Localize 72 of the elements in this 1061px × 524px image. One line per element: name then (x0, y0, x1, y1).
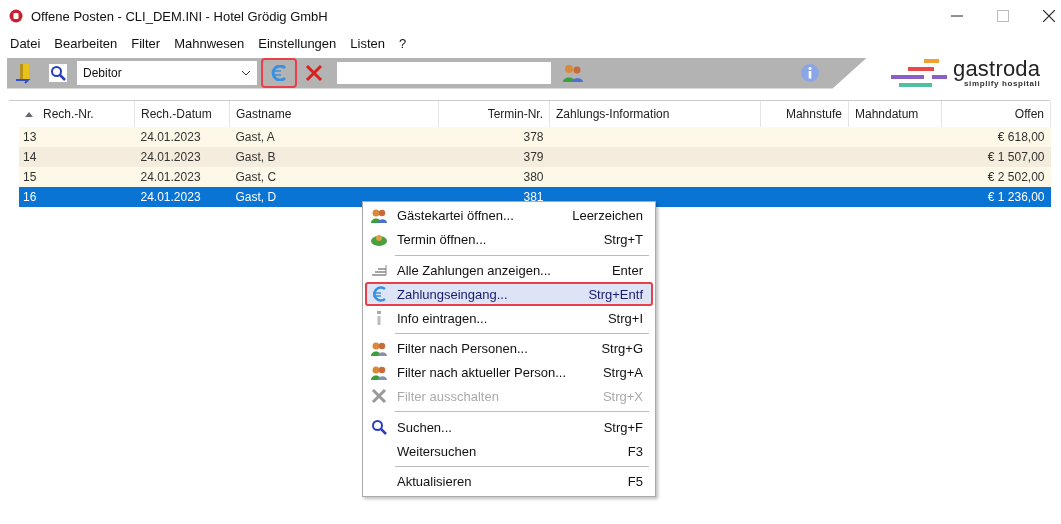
table-row[interactable]: 16 24.01.2023 Gast, D 381 € 1 236,00 (19, 187, 1051, 207)
context-menu-item[interactable]: Info eintragen... Strg+I (365, 306, 653, 330)
logo-tagline: simplify hospitali (964, 80, 1041, 88)
context-menu-item[interactable]: Zahlungseingang... Strg+Entf (365, 282, 653, 307)
people-icon[interactable] (562, 63, 584, 83)
menu-item[interactable]: Einstellungen (257, 35, 338, 51)
table-cell: Gast, A (229, 127, 439, 147)
table-cell: 24.01.2023 (134, 127, 230, 147)
column-header[interactable]: Rech.-Nr. (19, 101, 135, 127)
table-cell: Gast, B (229, 147, 439, 167)
table-cell: € 1 507,00 (941, 147, 1051, 167)
close-icon[interactable] (1043, 10, 1055, 22)
menu-item[interactable]: Datei (9, 35, 42, 51)
table-cell: € 2 502,00 (941, 167, 1051, 187)
column-header[interactable]: Termin-Nr. (438, 101, 550, 127)
column-header[interactable]: Offen (941, 101, 1051, 127)
table-cell: Gast, D (229, 187, 439, 207)
info-icon[interactable] (800, 63, 820, 83)
cross-icon (371, 388, 387, 405)
table-cell: 24.01.2023 (134, 147, 230, 167)
menu-item[interactable]: Mahnwesen (173, 35, 246, 51)
euro-icon (371, 286, 387, 303)
table-cell: 14 (19, 147, 135, 167)
search-field[interactable] (337, 62, 551, 84)
table-row[interactable]: 13 24.01.2023 Gast, A 378 € 618,00 (19, 127, 1051, 147)
context-menu-item[interactable]: Filter nach aktueller Person... Strg+A (365, 360, 653, 385)
table-cell: 13 (19, 127, 135, 147)
stack-icon (371, 262, 387, 279)
maximize-icon[interactable] (997, 10, 1009, 22)
logo-stripes-icon (891, 57, 947, 89)
table-cell: 379 (438, 147, 550, 167)
search-icon (371, 419, 387, 436)
table-cell: € 1 236,00 (941, 187, 1051, 207)
column-header[interactable]: Gastname (229, 101, 439, 127)
context-menu-item[interactable]: Aktualisieren F5 (365, 469, 653, 494)
table-row[interactable]: 15 24.01.2023 Gast, C 380 € 2 502,00 (19, 167, 1051, 187)
context-menu-item[interactable]: Weitersuchen F3 (365, 439, 653, 463)
payment-button[interactable] (261, 58, 297, 88)
table-cell: € 618,00 (941, 127, 1051, 147)
table-cell: 16 (19, 187, 135, 207)
caret-icon (241, 70, 251, 76)
context-menu-item[interactable]: Alle Zahlungen anzeigen... Enter (365, 258, 653, 283)
delete-icon[interactable] (305, 64, 323, 82)
search-icon[interactable] (48, 63, 68, 83)
people-icon (371, 364, 387, 381)
table-cell: Gast, C (229, 167, 439, 187)
window-title: Offene Posten - CLI_DEM.INI - Hotel Grödig GmbH (31, 8, 328, 24)
table-cell: 380 (438, 167, 550, 187)
table-row[interactable]: 14 24.01.2023 Gast, B 379 € 1 507,00 (19, 147, 1051, 167)
table-cell: 24.01.2023 (134, 187, 230, 207)
euro-icon (270, 65, 288, 81)
table-cell: 381 (438, 187, 550, 207)
app-icon (9, 9, 23, 23)
table-cell: 378 (438, 127, 550, 147)
menu-item[interactable]: ? (398, 35, 408, 51)
table-cell: 15 (19, 167, 135, 187)
context-menu-item[interactable]: Suchen... Strg+F (365, 415, 653, 440)
context-menu-item[interactable]: Gästekartei öffnen... Leerzeichen (365, 204, 653, 228)
context-menu-item[interactable]: Filter nach Personen... Strg+G (365, 337, 653, 361)
table-cell: 24.01.2023 (134, 167, 230, 187)
column-header[interactable]: Rech.-Datum (134, 101, 230, 127)
people-icon (371, 207, 387, 224)
menu-item[interactable]: Bearbeiten (53, 35, 119, 51)
column-header[interactable]: Mahndatum (848, 101, 942, 127)
people-icon (371, 340, 387, 357)
context-menu-item[interactable]: Termin öffnen... Strg+T (365, 227, 653, 252)
account-type-dropdown[interactable]: Debitor (77, 61, 257, 85)
menu-item[interactable]: Filter (130, 35, 162, 51)
logo-wordmark: gastroda (953, 58, 1041, 80)
column-header[interactable]: Mahnstufe (760, 101, 849, 127)
column-header[interactable]: Zahlungs-Information (549, 101, 761, 127)
menu-item[interactable]: Listen (349, 35, 386, 51)
